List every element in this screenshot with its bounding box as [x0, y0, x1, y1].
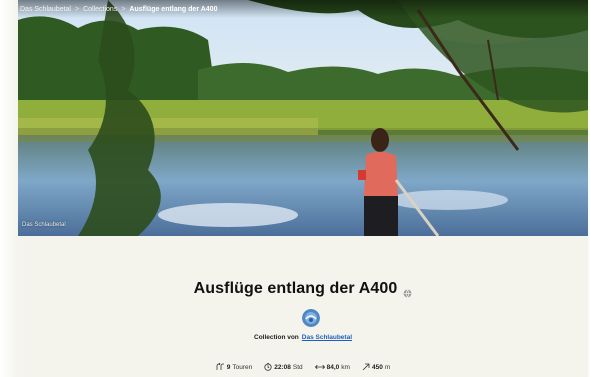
stat-duration-unit: Std	[292, 363, 303, 371]
ascent-icon	[362, 363, 370, 371]
hero-image	[18, 0, 588, 236]
stat-ascent: 450 m	[362, 363, 390, 371]
collection-header: Ausflüge entlang der A400 Collection von…	[18, 236, 588, 377]
distance-icon	[314, 364, 325, 370]
stat-distance-unit: km	[341, 363, 350, 371]
stat-tours: 9 Touren	[216, 363, 253, 371]
stats-row: 9 Touren 22:08 Std 84,0 km 450 m	[18, 363, 588, 371]
avatar[interactable]	[302, 309, 320, 327]
stat-distance-value: 84,0	[326, 363, 340, 371]
stat-tours-value: 9	[226, 363, 231, 371]
author-link[interactable]: Das Schlaubetal	[302, 334, 352, 341]
stat-distance: 84,0 km	[314, 363, 350, 371]
globe-icon[interactable]	[403, 285, 412, 297]
photo-credit: Das Schlaubetal	[22, 222, 66, 228]
hero-landscape-illustration	[18, 0, 588, 236]
stat-ascent-value: 450	[371, 363, 383, 371]
page-title: Ausflüge entlang der A400	[193, 280, 398, 297]
breadcrumb: Das Schlaubetal > Collections > Ausflüge…	[18, 0, 588, 18]
breadcrumb-separator-icon: >	[74, 5, 80, 13]
stat-duration-value: 22:08	[274, 363, 291, 371]
title-row: Ausflüge entlang der A400	[18, 280, 588, 298]
clock-icon	[264, 363, 272, 371]
author-row: Collection von Das Schlaubetal	[18, 334, 588, 341]
stat-tours-unit: Touren	[232, 363, 253, 371]
author-label: Collection von	[254, 334, 299, 341]
tours-icon	[216, 363, 224, 370]
breadcrumb-item-das-schlaubetal[interactable]: Das Schlaubetal	[20, 6, 71, 13]
page-left-margin	[0, 0, 18, 377]
stat-ascent-unit: m	[384, 363, 391, 371]
breadcrumb-item-current: Ausflüge entlang der A400	[129, 5, 218, 13]
breadcrumb-separator-icon: >	[121, 5, 126, 13]
breadcrumb-item-collections[interactable]: Collections	[83, 6, 117, 13]
stat-duration: 22:08 Std	[264, 363, 303, 371]
